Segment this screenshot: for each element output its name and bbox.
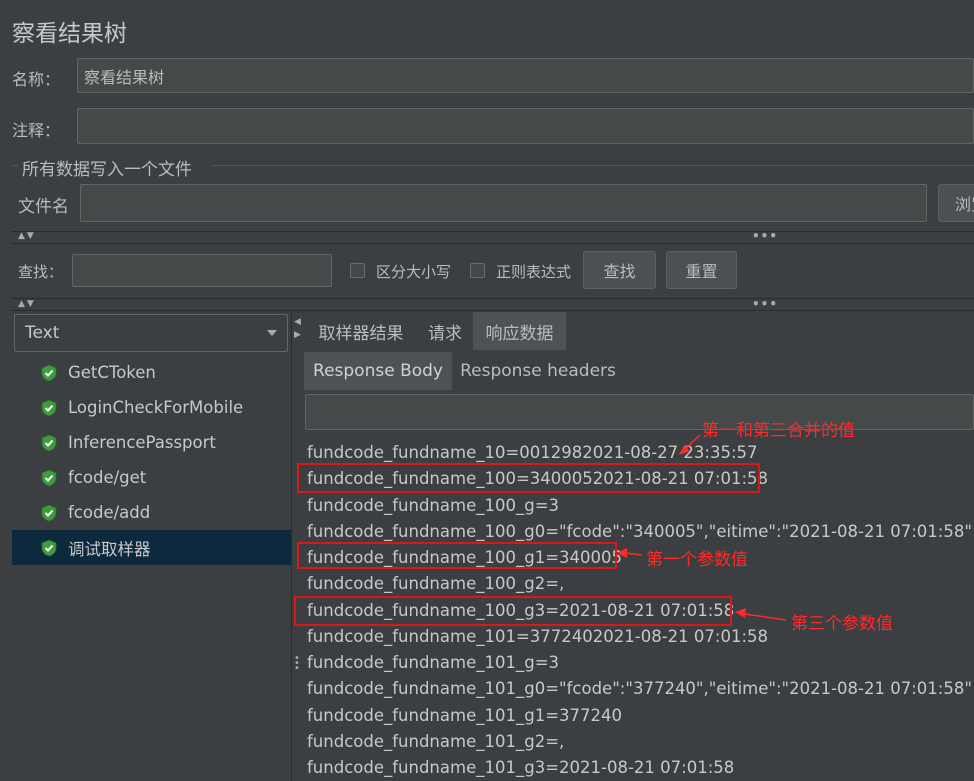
annotation-arrows	[617, 434, 787, 621]
annotation-first-param: 第一个参数值	[646, 550, 748, 570]
arrow-line-third	[744, 613, 787, 621]
annotation-third-param: 第三个参数值	[791, 614, 893, 634]
arrowhead-third	[735, 608, 746, 618]
arrowhead-first	[617, 548, 627, 558]
annotation-combined: 第一和第三合并的值	[702, 421, 855, 441]
arrow-line-first	[624, 552, 643, 556]
